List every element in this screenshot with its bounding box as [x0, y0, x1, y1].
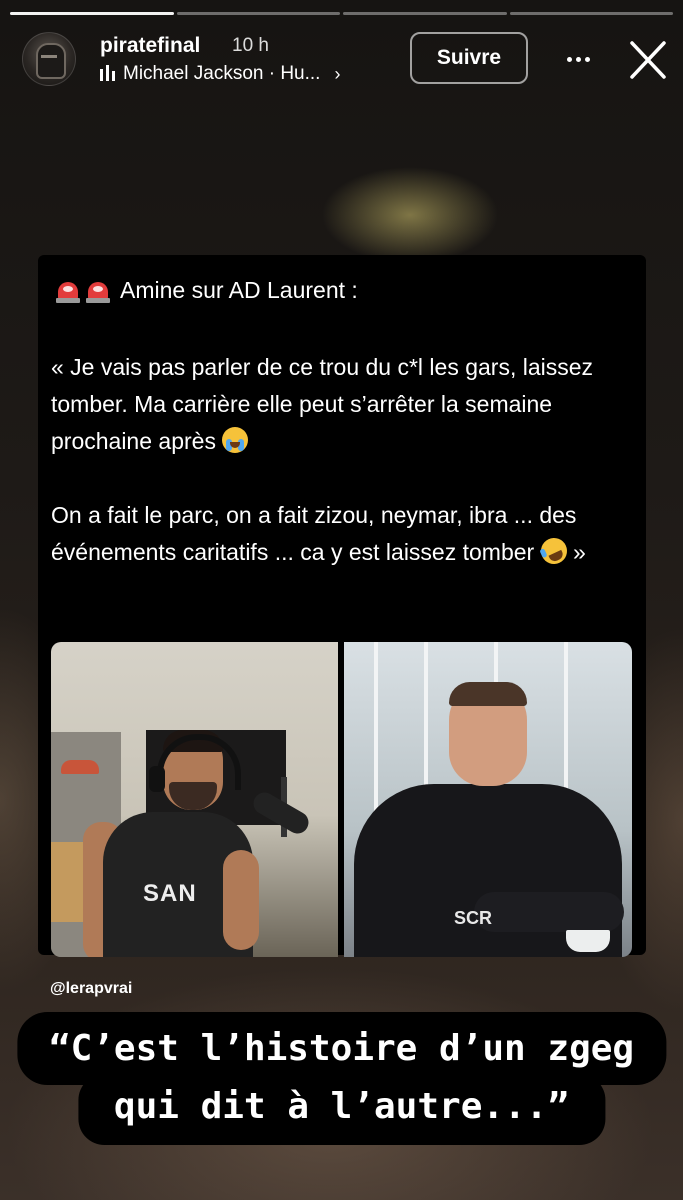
tweet-paragraph-2: On a fait le parc, on a fait zizou, neym… — [51, 502, 577, 565]
tweet-card: Amine sur AD Laurent : « Je vais pas par… — [38, 255, 646, 957]
crying-face-emoji — [222, 427, 249, 453]
music-label: Michael Jackson · Hu... — [123, 63, 321, 84]
watermark: @lerapvrai — [50, 980, 133, 997]
username[interactable]: piratefinal — [100, 34, 200, 58]
close-icon[interactable] — [626, 40, 670, 80]
photo-left[interactable]: SAN — [51, 642, 338, 957]
progress-segment — [10, 12, 174, 15]
audio-bars-icon — [100, 65, 115, 81]
guest: SCR — [354, 682, 624, 957]
tweet-paragraph-2-end: » — [572, 539, 586, 565]
siren-emoji — [56, 278, 80, 304]
podcast-host: SAN — [83, 730, 259, 957]
photo-right[interactable]: SCR — [344, 642, 632, 957]
progress-segment — [343, 12, 507, 15]
music-link[interactable]: Michael Jackson · Hu... › — [100, 63, 340, 85]
story-header: piratefinal 10 h Michael Jackson · Hu...… — [0, 26, 683, 94]
chevron-right-icon: › — [334, 63, 341, 84]
avatar[interactable] — [22, 32, 76, 86]
rofl-emoji — [536, 533, 571, 569]
caption-line-2: qui dit à l’autre...” — [77, 1074, 606, 1145]
post-time: 10 h — [232, 35, 269, 56]
tweet-body: « Je vais pas parler de ce trou du c*l l… — [51, 349, 636, 571]
story-progress-bar — [10, 12, 673, 15]
follow-button[interactable]: Suivre — [410, 32, 528, 84]
siren-emoji — [86, 278, 110, 304]
cup-icon — [566, 930, 610, 952]
tweet-header: Amine sur AD Laurent : — [56, 277, 358, 304]
more-options-icon[interactable] — [560, 44, 596, 74]
hoodie-logo: SCR — [454, 908, 493, 928]
helmet-icon — [36, 43, 66, 79]
jersey-text: SAN — [143, 880, 197, 907]
tweet-paragraph-1: « Je vais pas parler de ce trou du c*l l… — [51, 354, 594, 454]
progress-segment — [509, 12, 673, 15]
tweet-header-text: Amine sur AD Laurent : — [120, 277, 358, 303]
progress-segment — [176, 12, 340, 15]
